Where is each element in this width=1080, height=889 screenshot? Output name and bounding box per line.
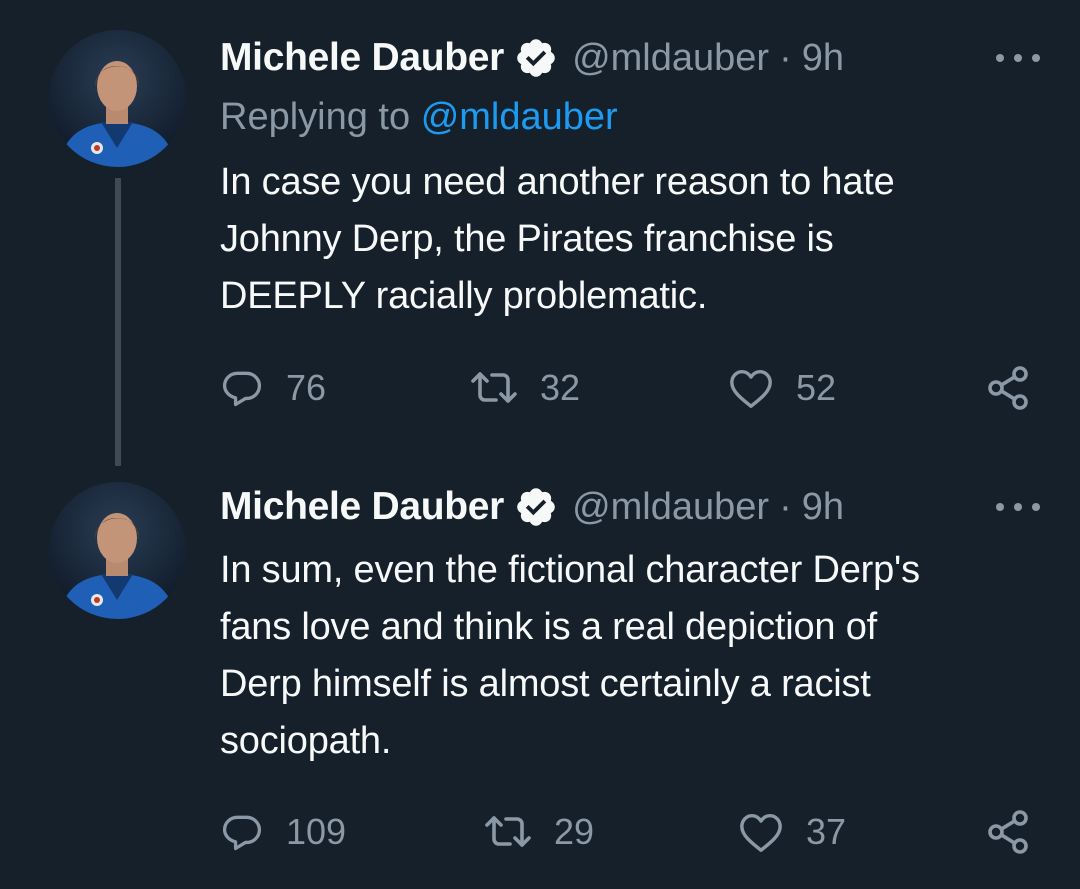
tweet-timestamp[interactable]: 9h <box>802 486 844 529</box>
tweet-text-line: sociopath. <box>220 720 392 762</box>
tweet[interactable]: Michele Dauber @mldauber · 9h Replying t… <box>0 0 1080 470</box>
verified-badge-icon <box>514 36 558 80</box>
share-button[interactable] <box>984 360 1032 416</box>
author-name[interactable]: Michele Dauber <box>220 485 504 529</box>
reply-button[interactable]: 76 <box>220 360 326 416</box>
author-name[interactable]: Michele Dauber <box>220 36 504 80</box>
retweet-icon <box>485 816 531 847</box>
tweet-text: In sum, even the fictional character Der… <box>220 542 1040 770</box>
mention-link[interactable]: @mldauber <box>421 96 618 138</box>
like-count: 52 <box>796 367 837 408</box>
thread-connector-line <box>115 178 121 466</box>
heart-icon <box>740 813 782 852</box>
share-icon <box>988 810 1028 854</box>
retweet-count: 29 <box>554 811 595 852</box>
tweet-actions: 76 32 52 <box>220 360 1040 416</box>
replying-prefix: Replying to <box>220 96 411 138</box>
reply-button[interactable]: 109 <box>220 804 346 860</box>
more-options-icon[interactable] <box>996 487 1040 527</box>
share-button[interactable] <box>984 804 1032 860</box>
heart-icon <box>730 369 772 408</box>
reply-count: 76 <box>286 367 327 408</box>
verified-badge-icon <box>514 485 558 529</box>
retweet-icon <box>471 372 517 403</box>
replying-to: Replying to @mldauber <box>220 96 618 139</box>
reply-icon <box>222 371 262 407</box>
reply-icon <box>222 815 262 851</box>
avatar-photo <box>49 482 186 619</box>
tweet-header: Michele Dauber @mldauber · 9h <box>220 30 1040 86</box>
tweet-text-line: Derp himself is almost certainly a racis… <box>220 663 871 705</box>
more-options-icon[interactable] <box>996 38 1040 78</box>
like-button[interactable]: 37 <box>738 804 846 860</box>
tweet-text-line: Johnny Derp, the Pirates franchise is <box>220 218 834 260</box>
retweet-button[interactable]: 29 <box>484 804 594 860</box>
like-button[interactable]: 52 <box>728 360 836 416</box>
author-handle[interactable]: @mldauber <box>572 486 769 529</box>
tweet-text-line: fans love and think is a real depiction … <box>220 606 878 648</box>
share-icon <box>988 366 1028 410</box>
tweet-text-line: DEEPLY racially problematic. <box>220 275 708 317</box>
like-count: 37 <box>806 811 847 852</box>
tweet-text-line: In sum, even the fictional character Der… <box>220 549 920 591</box>
tweet-actions: 109 29 37 <box>220 804 1040 860</box>
reply-count: 109 <box>286 811 347 852</box>
tweet-timestamp[interactable]: 9h <box>802 37 844 80</box>
tweet-text: In case you need another reason to hate … <box>220 154 1040 325</box>
tweet-text-line: In case you need another reason to hate <box>220 161 895 203</box>
retweet-button[interactable]: 32 <box>470 360 580 416</box>
separator-dot: · <box>779 485 792 528</box>
avatar[interactable] <box>49 30 186 167</box>
tweet-header: Michele Dauber @mldauber · 9h <box>220 479 1040 535</box>
author-handle[interactable]: @mldauber <box>572 37 769 80</box>
separator-dot: · <box>779 36 792 79</box>
avatar-photo <box>49 30 186 167</box>
avatar[interactable] <box>49 482 186 619</box>
retweet-count: 32 <box>540 367 581 408</box>
tweet[interactable]: Michele Dauber @mldauber · 9h In sum, ev… <box>0 470 1080 889</box>
